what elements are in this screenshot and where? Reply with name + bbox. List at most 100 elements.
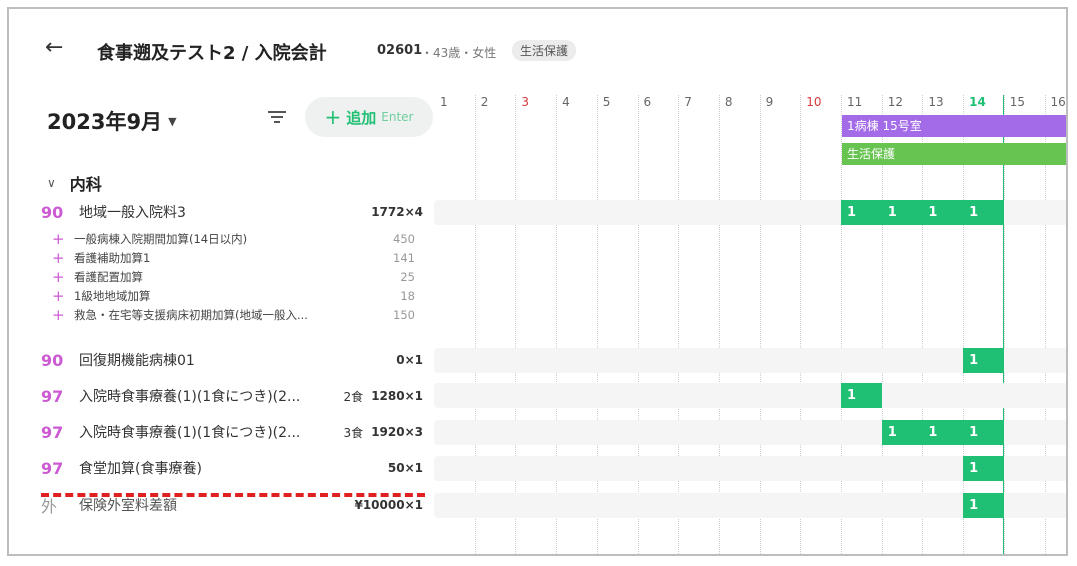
- timeline-cell[interactable]: 1: [963, 348, 1005, 373]
- item-name: 地域一般入院料3: [79, 205, 186, 221]
- item-code: 97: [41, 386, 64, 406]
- plus-icon: +: [52, 248, 65, 267]
- item-code: 90: [41, 202, 64, 222]
- plus-icon: +: [52, 286, 65, 305]
- plus-icon: +: [52, 229, 65, 248]
- add-button-shortcut: Enter: [381, 110, 414, 124]
- day-number: 13: [928, 95, 944, 109]
- day-gridline: [556, 95, 558, 554]
- chevron-down-icon: ∨: [47, 176, 56, 190]
- patient-id: 02601: [377, 43, 423, 58]
- list-item[interactable]: 90 回復期機能病棟01 0×1: [41, 349, 423, 371]
- plus-icon: +: [52, 267, 65, 286]
- timeline-cell[interactable]: 1: [963, 493, 1005, 518]
- item-name: 回復期機能病棟01: [79, 353, 195, 369]
- day-number: 7: [684, 95, 692, 109]
- day-number: 11: [847, 95, 863, 109]
- timeline-cell[interactable]: 1: [963, 420, 1005, 445]
- annotation-dashed-line: [41, 493, 425, 497]
- day-gridline: [678, 95, 680, 554]
- item-count: 2食: [343, 389, 364, 404]
- add-button-label: 追加: [346, 108, 377, 127]
- filter-icon[interactable]: [267, 109, 287, 125]
- back-arrow-icon[interactable]: ←: [45, 35, 63, 61]
- item-points: 50×1: [387, 461, 423, 475]
- item-code: 97: [41, 422, 64, 442]
- day-number: 5: [602, 95, 611, 109]
- sub-item-points: 450: [393, 231, 415, 246]
- welfare-status-bar[interactable]: 生活保護: [842, 143, 1066, 165]
- sub-item-points: 18: [400, 288, 415, 303]
- day-gridline: [515, 95, 517, 554]
- timeline-cell[interactable]: 1: [881, 200, 923, 225]
- list-item[interactable]: 97 食堂加算(食事療養) 50×1: [41, 457, 423, 479]
- day-number: 1: [440, 95, 448, 109]
- sub-item[interactable]: + 救急・在宅等支援病床初期加算(地域一般入... 150: [52, 305, 415, 324]
- item-code: 90: [41, 350, 64, 370]
- item-points: ¥10000×1: [354, 498, 423, 512]
- item-points: 0×1: [396, 353, 423, 367]
- sub-item[interactable]: + 看護補助加算1 141: [52, 248, 415, 267]
- day-number: 6: [643, 95, 652, 109]
- day-number: 8: [724, 95, 733, 109]
- day-gridline: [800, 95, 802, 554]
- sub-item[interactable]: + 看護配置加算 25: [52, 267, 415, 286]
- caret-down-icon: ▼: [168, 114, 177, 128]
- item-code: 97: [41, 458, 64, 478]
- list-item[interactable]: 97 入院時食事療養(1)(1食につき)(2... 3食 1920×3: [41, 421, 423, 443]
- sub-item[interactable]: + 1級地地域加算 18: [52, 286, 415, 305]
- list-item[interactable]: 外 保険外室料差額 ¥10000×1: [41, 494, 423, 516]
- day-gridline: [718, 95, 720, 554]
- day-number: 2: [480, 95, 489, 109]
- item-name: 保険外室料差額: [79, 498, 177, 514]
- timeline-cell[interactable]: 1: [841, 383, 882, 408]
- timeline-cell[interactable]: 1: [963, 456, 1005, 481]
- timeline-cell[interactable]: 1: [922, 420, 964, 445]
- day-number: 12: [887, 95, 903, 109]
- day-gridline: [759, 95, 761, 554]
- row-track: [434, 383, 1066, 408]
- list-item[interactable]: 97 入院時食事療養(1)(1食につき)(2... 2食 1280×1: [41, 385, 423, 407]
- month-selector[interactable]: 2023年9月 ▼: [47, 106, 177, 136]
- month-label: 2023年9月: [47, 110, 163, 134]
- plus-icon: +: [324, 105, 342, 129]
- insurance-badge: 生活保護: [512, 40, 577, 61]
- sub-item-name: 1級地地域加算: [74, 288, 151, 303]
- room-assignment-bar[interactable]: 1病棟 15号室: [842, 115, 1066, 137]
- item-name: 入院時食事療養(1)(1食につき)(2...: [79, 389, 301, 405]
- day-number: 4: [562, 95, 570, 109]
- day-number: 10: [806, 95, 822, 109]
- item-count: 3食: [343, 425, 364, 440]
- timeline-cell[interactable]: 1: [841, 200, 882, 225]
- department-header[interactable]: ∨ 内科: [47, 171, 102, 195]
- item-name: 入院時食事療養(1)(1食につき)(2...: [79, 425, 301, 441]
- day-gridline: [474, 95, 476, 554]
- item-points: 1280×1: [371, 389, 423, 403]
- add-button[interactable]: + 追加 Enter: [305, 97, 433, 137]
- app-window: ← 食事遡及テスト2 / 入院会計 02601 ・43歳・女性 生活保護 202…: [7, 7, 1068, 556]
- sub-item-points: 141: [393, 250, 415, 265]
- timeline-cell[interactable]: 1: [881, 420, 923, 445]
- page-title: 食事遡及テスト2 / 入院会計: [97, 43, 327, 64]
- sub-item-points: 150: [393, 307, 415, 322]
- day-gridline: [637, 95, 639, 554]
- patient-meta: ・43歳・女性: [421, 46, 497, 60]
- day-number: 14: [969, 95, 986, 109]
- department-label: 内科: [69, 175, 102, 194]
- item-name: 食堂加算(食事療養): [79, 461, 202, 477]
- day-number: 15: [1009, 95, 1026, 109]
- sub-item-name: 救急・在宅等支援病床初期加算(地域一般入...: [74, 307, 308, 322]
- sub-item-name: 一般病棟入院期間加算(14日以内): [74, 231, 248, 246]
- timeline-cell[interactable]: 1: [922, 200, 964, 225]
- item-points: 1920×3: [371, 425, 423, 439]
- item-points: 1772×4: [371, 205, 423, 219]
- sub-item-name: 看護配置加算: [74, 269, 143, 284]
- sub-item[interactable]: + 一般病棟入院期間加算(14日以内) 450: [52, 229, 415, 248]
- day-number: 9: [765, 95, 774, 109]
- sub-item-points: 25: [400, 269, 415, 284]
- list-item[interactable]: 90 地域一般入院料3 1772×4: [41, 201, 423, 223]
- timeline-cell[interactable]: 1: [963, 200, 1005, 225]
- plus-icon: +: [52, 305, 65, 324]
- day-number: 16: [1050, 95, 1066, 109]
- day-number: 3: [521, 95, 530, 109]
